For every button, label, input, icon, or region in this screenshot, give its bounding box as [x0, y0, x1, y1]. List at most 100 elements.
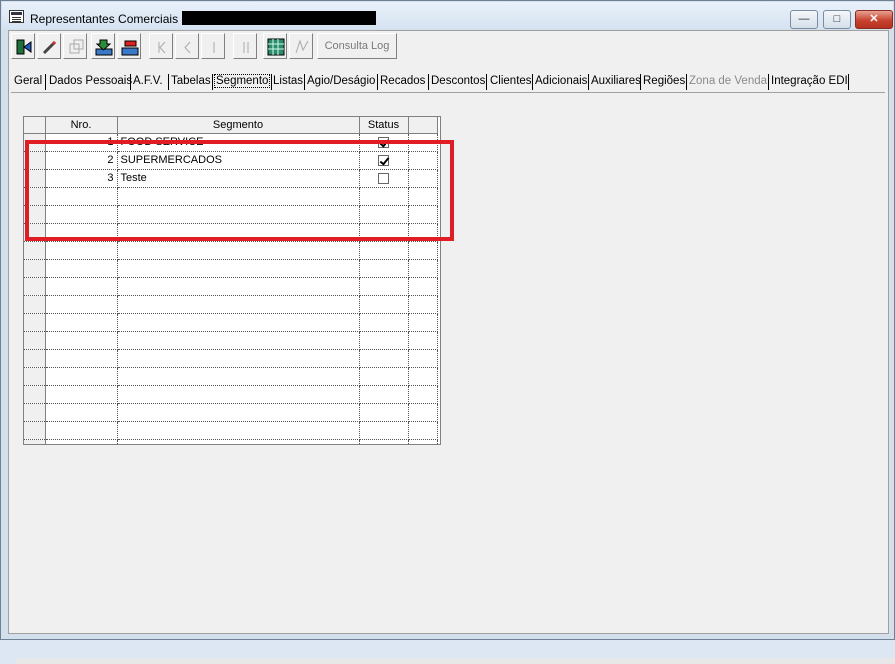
column-header-nro[interactable]: Nro. — [45, 117, 118, 134]
exit-button[interactable] — [11, 33, 35, 59]
tab-clientes[interactable]: Clientes — [490, 71, 532, 91]
empty-cell[interactable] — [117, 277, 360, 296]
empty-row[interactable] — [24, 187, 438, 206]
tab-dados-pessoais[interactable]: Dados Pessoais — [49, 71, 132, 91]
empty-cell[interactable] — [45, 421, 118, 440]
grid-view-button[interactable] — [263, 33, 287, 59]
row-indicator[interactable] — [24, 169, 46, 188]
empty-cell[interactable] — [24, 277, 46, 296]
empty-cell[interactable] — [24, 349, 46, 368]
empty-cell[interactable] — [24, 295, 46, 314]
row-indicator[interactable] — [24, 151, 46, 170]
tab-zona-de-venda[interactable]: Zona de Venda — [689, 71, 767, 91]
empty-row[interactable] — [24, 259, 438, 278]
status-checkbox[interactable] — [378, 136, 389, 148]
empty-cell[interactable] — [24, 385, 46, 404]
empty-cell[interactable] — [117, 295, 360, 314]
empty-cell[interactable] — [45, 349, 118, 368]
cell-nro[interactable]: 3 — [45, 169, 118, 188]
cell-status[interactable] — [359, 151, 409, 170]
empty-row[interactable] — [24, 223, 438, 242]
empty-cell[interactable] — [45, 223, 118, 242]
empty-cell[interactable] — [24, 205, 46, 224]
empty-cell[interactable] — [45, 259, 118, 278]
empty-row[interactable] — [24, 349, 438, 368]
delete-button[interactable] — [117, 33, 141, 59]
print-button[interactable] — [289, 33, 313, 59]
empty-cell[interactable] — [45, 277, 118, 296]
empty-cell[interactable] — [45, 439, 118, 444]
empty-cell[interactable] — [359, 349, 409, 368]
empty-cell[interactable] — [45, 385, 118, 404]
tab-regioes[interactable]: Regiões — [643, 71, 685, 91]
cell-segmento[interactable]: FOOD SERVICE — [117, 133, 360, 152]
empty-cell[interactable] — [24, 259, 46, 278]
empty-cell[interactable] — [117, 259, 360, 278]
last-record-button[interactable] — [233, 33, 257, 59]
table-row[interactable]: 2 SUPERMERCADOS — [24, 151, 438, 170]
empty-row[interactable] — [24, 421, 438, 440]
empty-cell[interactable] — [117, 223, 360, 242]
empty-cell[interactable] — [24, 367, 46, 386]
empty-cell[interactable] — [117, 385, 360, 404]
empty-cell[interactable] — [117, 439, 360, 444]
empty-cell[interactable] — [24, 439, 46, 444]
empty-cell[interactable] — [117, 367, 360, 386]
close-button[interactable]: ✕ — [855, 10, 893, 29]
cell-segmento[interactable]: Teste — [117, 169, 360, 188]
empty-cell[interactable] — [45, 205, 118, 224]
empty-cell[interactable] — [359, 367, 409, 386]
empty-cell[interactable] — [359, 223, 409, 242]
empty-cell[interactable] — [45, 403, 118, 422]
empty-cell[interactable] — [117, 403, 360, 422]
empty-cell[interactable] — [24, 421, 46, 440]
empty-row[interactable] — [24, 403, 438, 422]
empty-row[interactable] — [24, 313, 438, 332]
empty-cell[interactable] — [359, 403, 409, 422]
title-bar[interactable]: Representantes Comerciais - — □ ✕ — [2, 2, 893, 29]
empty-cell[interactable] — [117, 421, 360, 440]
empty-cell[interactable] — [117, 349, 360, 368]
empty-row[interactable] — [24, 277, 438, 296]
empty-cell[interactable] — [45, 187, 118, 206]
empty-cell[interactable] — [359, 187, 409, 206]
next-record-button[interactable] — [201, 33, 225, 59]
empty-cell[interactable] — [359, 241, 409, 260]
previous-record-button[interactable] — [175, 33, 199, 59]
empty-row[interactable] — [24, 295, 438, 314]
empty-cell[interactable] — [359, 421, 409, 440]
segmento-grid[interactable]: Nro. Segmento Status 1 FOOD SERVICE 2 SU… — [23, 116, 441, 445]
empty-cell[interactable] — [117, 313, 360, 332]
status-checkbox[interactable] — [378, 154, 389, 166]
empty-cell[interactable] — [45, 331, 118, 350]
empty-row[interactable] — [24, 331, 438, 350]
tab-auxiliares[interactable]: Auxiliares — [591, 71, 641, 91]
empty-cell[interactable] — [359, 313, 409, 332]
tab-agio-desagio[interactable]: Agio/Deságio — [307, 71, 375, 91]
empty-cell[interactable] — [117, 241, 360, 260]
empty-cell[interactable] — [117, 331, 360, 350]
tab-adicionais[interactable]: Adicionais — [535, 71, 587, 91]
status-checkbox[interactable] — [378, 172, 389, 184]
first-record-button[interactable] — [149, 33, 173, 59]
tab-geral[interactable]: Geral — [14, 71, 42, 91]
empty-cell[interactable] — [45, 295, 118, 314]
empty-cell[interactable] — [117, 187, 360, 206]
tab-listas[interactable]: Listas — [273, 71, 303, 91]
empty-cell[interactable] — [117, 205, 360, 224]
empty-cell[interactable] — [359, 259, 409, 278]
cell-status[interactable] — [359, 133, 409, 152]
save-button[interactable] — [91, 33, 115, 59]
app-form-icon[interactable] — [9, 10, 24, 23]
tab-descontos[interactable]: Descontos — [431, 71, 485, 91]
empty-cell[interactable] — [24, 403, 46, 422]
tab-afv[interactable]: A.F.V. — [133, 71, 163, 91]
tab-tabelas[interactable]: Tabelas — [171, 71, 211, 91]
table-row[interactable]: 3 Teste — [24, 169, 438, 188]
cell-status[interactable] — [359, 169, 409, 188]
empty-cell[interactable] — [359, 439, 409, 444]
consulta-log-button[interactable]: Consulta Log — [317, 33, 397, 59]
empty-cell[interactable] — [24, 223, 46, 242]
empty-cell[interactable] — [359, 277, 409, 296]
empty-cell[interactable] — [45, 367, 118, 386]
